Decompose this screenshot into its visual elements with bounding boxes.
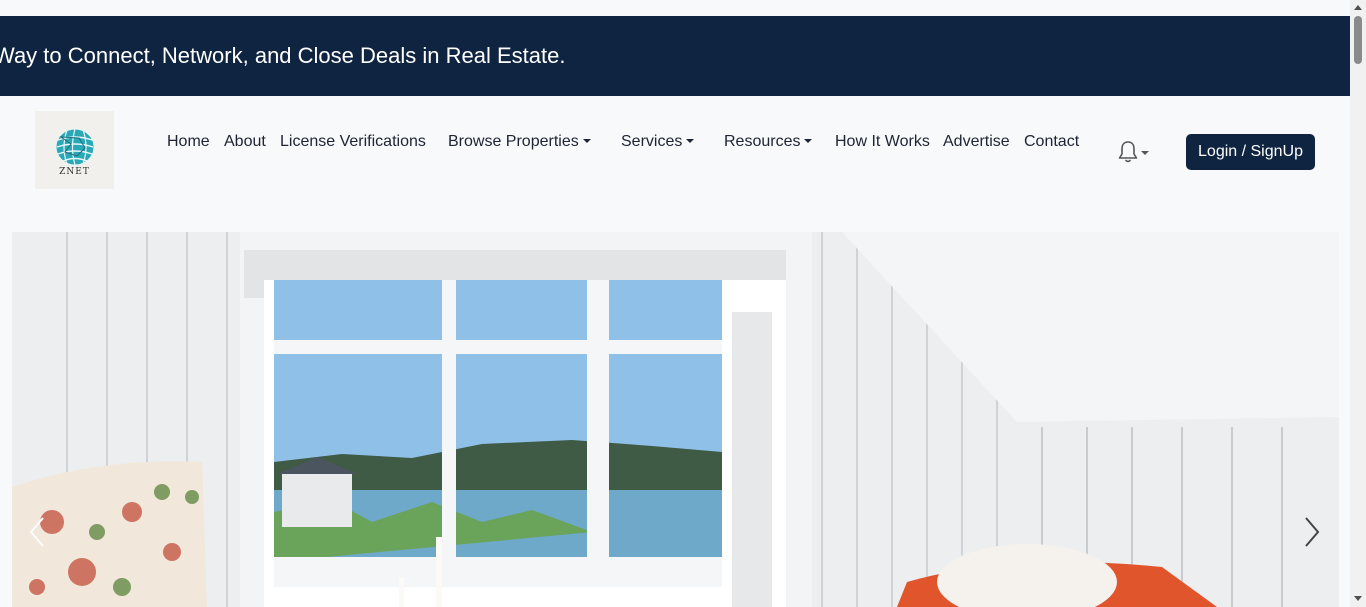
page-scrollbar[interactable] [1350,0,1366,607]
scroll-down-arrow-icon[interactable] [1354,596,1362,601]
hero-carousel [12,232,1339,607]
chevron-left-icon [29,517,44,547]
chevron-down-icon [686,139,695,143]
chevron-right-icon [1305,517,1320,547]
login-signup-button[interactable]: Login / SignUp [1186,134,1315,170]
nav-how-it-works[interactable]: How It Works [835,132,930,152]
announcement-banner: Way to Connect, Network, and Close Deals… [0,16,1350,96]
carousel-next-button[interactable] [1301,514,1323,550]
nav-home[interactable]: Home [167,132,210,152]
nav-license-verifications[interactable]: License Verifications [280,132,426,152]
scroll-up-arrow-icon[interactable] [1354,5,1362,10]
logo-text: ZNET [59,167,90,177]
nav-resources-label: Resources [724,133,801,150]
chevron-down-icon [1141,151,1149,155]
chevron-down-icon [582,139,591,143]
main-navbar: ZNET Home About License Verifications Br… [0,96,1350,206]
nav-contact[interactable]: Contact [1024,132,1079,152]
nav-browse-properties[interactable]: Browse Properties [448,132,591,152]
hero-image [12,232,1339,607]
chevron-down-icon [804,139,813,143]
globe-logo-icon [55,128,94,166]
nav-about[interactable]: About [224,132,266,152]
notifications-dropdown[interactable] [1117,140,1157,166]
nav-advertise[interactable]: Advertise [943,132,1010,152]
carousel-prev-button[interactable] [26,514,48,550]
scroll-thumb[interactable] [1354,16,1362,64]
nav-resources[interactable]: Resources [724,132,813,152]
site-logo[interactable]: ZNET [35,111,114,189]
nav-services-label: Services [621,133,683,150]
bell-icon [1118,141,1138,163]
banner-text: Way to Connect, Network, and Close Deals… [0,43,566,68]
nav-browse-label: Browse Properties [448,133,579,150]
nav-services[interactable]: Services [621,132,695,152]
